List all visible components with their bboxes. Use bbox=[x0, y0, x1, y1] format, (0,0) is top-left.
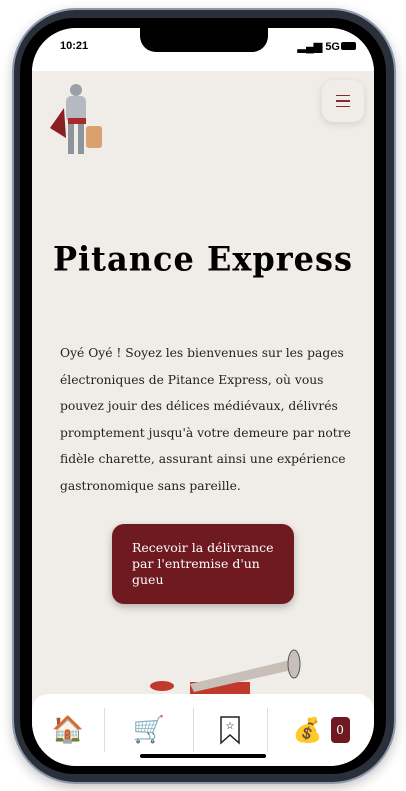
hamburger-line bbox=[336, 105, 350, 108]
network-type: 5G bbox=[325, 41, 340, 53]
nav-delivery[interactable]: 🛒 bbox=[105, 708, 193, 752]
battery-icon bbox=[341, 42, 356, 50]
nav-home[interactable]: 🏠 bbox=[32, 708, 104, 752]
home-indicator bbox=[140, 754, 266, 758]
dynamic-island bbox=[140, 28, 268, 52]
home-icon: 🏠 bbox=[51, 715, 85, 745]
money-bag-icon: 💰 bbox=[292, 716, 323, 744]
herald-illustration bbox=[150, 649, 301, 698]
nav-cart[interactable]: 💰 0 bbox=[268, 708, 374, 752]
menu-button[interactable] bbox=[322, 80, 364, 122]
hamburger-icon bbox=[336, 94, 350, 97]
knight-logo[interactable] bbox=[44, 78, 110, 164]
status-time: 10:21 bbox=[60, 40, 89, 52]
screen: 10:21 ▂▄▆ 5G Pitance Express Oyé Oyé ! S… bbox=[32, 28, 374, 766]
hamburger-line bbox=[336, 100, 350, 102]
bottom-nav: 🏠 🛒 ☆ 💰 0 bbox=[32, 694, 374, 766]
intro-text: Oyé Oyé ! Soyez les bienvenues sur les p… bbox=[60, 346, 351, 493]
network-label: ▂▄▆ 5G bbox=[297, 41, 340, 53]
svg-text:☆: ☆ bbox=[226, 721, 235, 732]
order-button[interactable]: Recevoir la délivrance par l'entremise d… bbox=[112, 524, 294, 604]
cart-count-badge: 0 bbox=[330, 717, 350, 743]
bookmark-star-icon: ☆ bbox=[220, 716, 241, 745]
wagon-icon: 🛒 bbox=[132, 715, 165, 745]
status-bar: 10:21 ▂▄▆ 5G bbox=[32, 28, 374, 71]
nav-favorites[interactable]: ☆ bbox=[194, 708, 268, 752]
page-title: Pitance Express bbox=[52, 239, 354, 279]
